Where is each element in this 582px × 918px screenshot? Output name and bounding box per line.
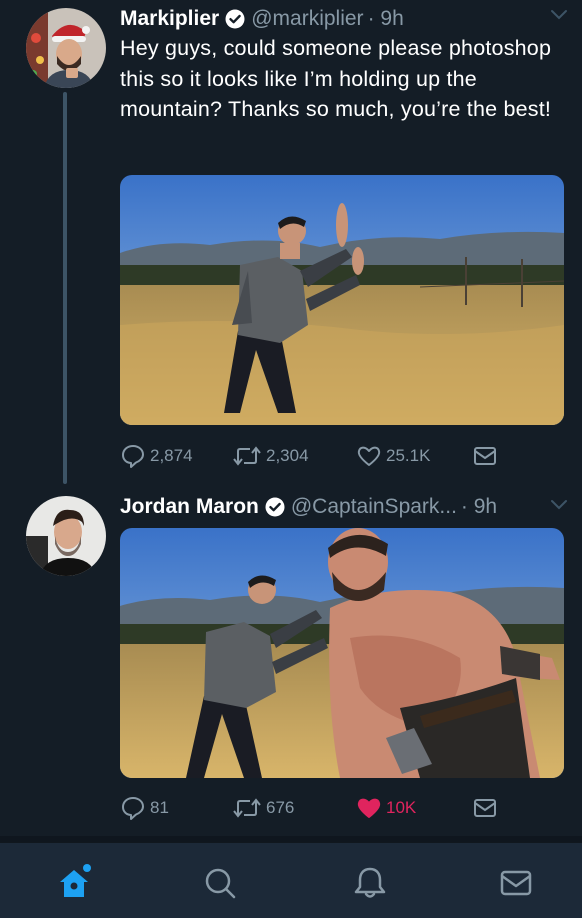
verified-badge-icon — [265, 497, 285, 517]
heart-filled-icon — [357, 798, 381, 818]
username-handle[interactable]: @markiplier — [251, 7, 363, 31]
heart-icon — [357, 446, 381, 466]
retweet-count: 676 — [266, 798, 295, 817]
like-count: 25.1K — [386, 446, 431, 465]
verified-badge-icon — [225, 9, 245, 29]
tweet-photo[interactable] — [120, 175, 564, 425]
timestamp: · 9h — [460, 495, 498, 518]
timestamp: · 9h — [367, 7, 404, 30]
tweet-actions: 2,874 2,304 25.1K — [120, 442, 564, 470]
retweet-icon — [233, 446, 261, 466]
avatar[interactable] — [26, 496, 106, 576]
retweet-count: 2,304 — [266, 446, 309, 465]
timestamp-value: 9h — [473, 495, 498, 518]
thread-connector-line — [63, 92, 67, 484]
bottom-tab-bar — [0, 842, 582, 918]
avatar[interactable] — [26, 8, 106, 88]
timestamp-value: 9h — [380, 7, 404, 30]
home-icon — [60, 864, 91, 897]
like-button[interactable]: 25.1K — [356, 442, 430, 470]
mail-icon — [474, 447, 496, 465]
display-name[interactable]: Jordan Maron — [120, 495, 259, 519]
retweet-button[interactable]: 676 — [232, 794, 294, 822]
reply-count: 2,874 — [150, 446, 193, 465]
tab-notifications[interactable] — [350, 863, 390, 903]
reply-icon — [122, 797, 144, 820]
tab-messages[interactable] — [496, 863, 536, 903]
direct-message-button[interactable] — [472, 442, 502, 470]
chevron-down-icon[interactable] — [550, 498, 568, 512]
reply-count: 81 — [150, 798, 169, 817]
reply-icon — [122, 445, 144, 468]
reply-button[interactable]: 2,874 — [120, 442, 193, 470]
tab-home[interactable] — [54, 863, 94, 903]
reply-button[interactable]: 81 — [120, 794, 169, 822]
direct-message-button[interactable] — [472, 794, 502, 822]
display-name[interactable]: Markiplier — [120, 7, 219, 31]
retweet-icon — [233, 798, 261, 818]
tweet-header: Markiplier @markiplier · 9h — [120, 4, 568, 34]
search-icon — [205, 868, 236, 899]
bell-icon — [354, 867, 386, 898]
tweet[interactable]: Markiplier @markiplier · 9h Hey guys, co… — [0, 0, 582, 484]
tweet-photo[interactable] — [120, 528, 564, 778]
username-handle[interactable]: @CaptainSpark... — [291, 495, 457, 519]
mail-icon — [500, 870, 532, 896]
tweet-text: Hey guys, could someone please photoshop… — [120, 36, 552, 121]
timeline: Markiplier @markiplier · 9h Hey guys, co… — [0, 0, 582, 842]
mail-icon — [474, 799, 496, 817]
like-button[interactable]: 10K — [356, 794, 416, 822]
retweet-button[interactable]: 2,304 — [232, 442, 309, 470]
tweet[interactable]: Jordan Maron @CaptainSpark... · 9h 81 67… — [0, 484, 582, 836]
tweet-actions: 81 676 10K — [120, 794, 564, 822]
like-count: 10K — [386, 798, 417, 817]
chevron-down-icon[interactable] — [550, 8, 568, 22]
tab-search[interactable] — [200, 863, 240, 903]
tweet-header: Jordan Maron @CaptainSpark... · 9h — [120, 492, 568, 522]
